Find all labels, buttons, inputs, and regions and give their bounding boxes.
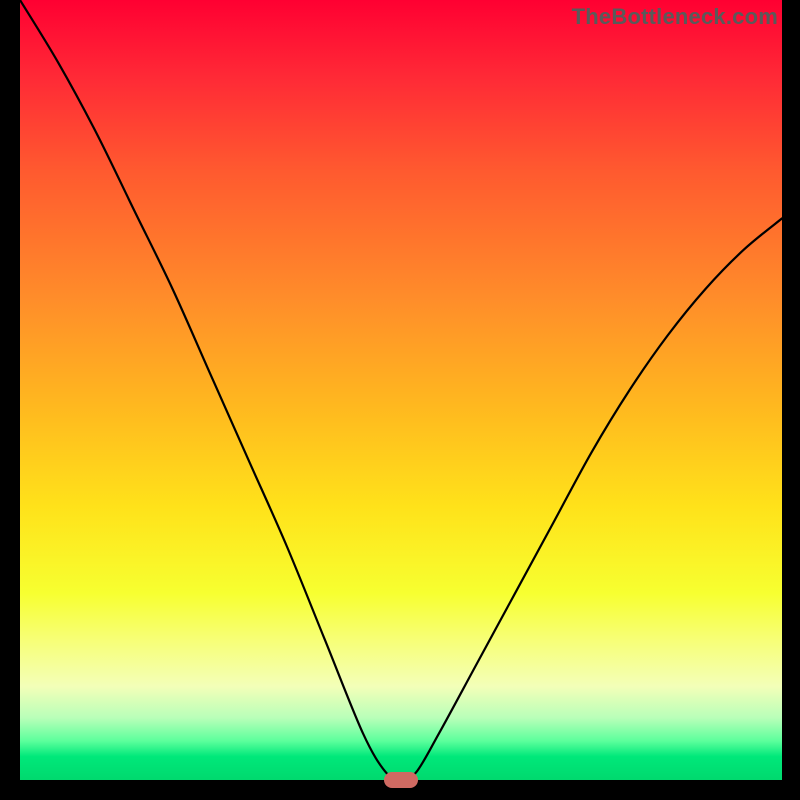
- curve-path: [20, 0, 782, 780]
- plot-area: [20, 0, 782, 780]
- optimum-marker: [384, 772, 418, 788]
- watermark-text: TheBottleneck.com: [572, 4, 778, 30]
- bottleneck-curve: [20, 0, 782, 780]
- chart-stage: TheBottleneck.com: [0, 0, 800, 800]
